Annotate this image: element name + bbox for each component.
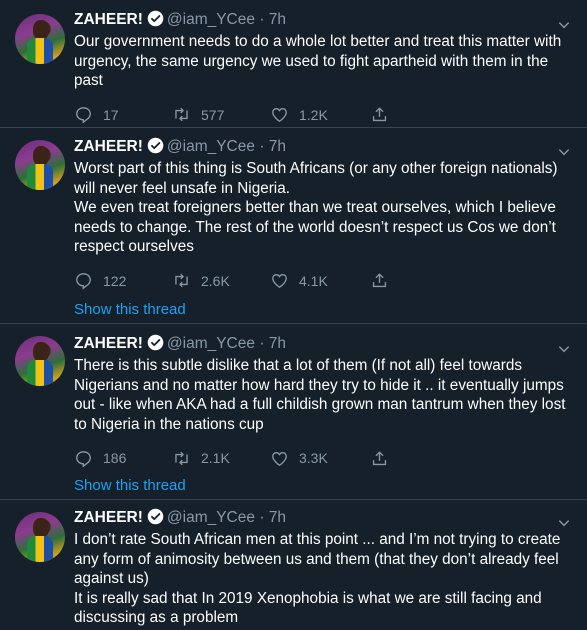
separator-dot: ·: [259, 335, 265, 352]
user-handle[interactable]: @iam_YCee: [167, 11, 255, 28]
reply-button[interactable]: 186: [74, 448, 126, 468]
share-icon: [372, 273, 387, 288]
retweet-count: 577: [201, 106, 225, 123]
reply-icon: [76, 450, 91, 468]
user-handle[interactable]: @iam_YCee: [167, 509, 255, 526]
heart-icon: [272, 274, 287, 289]
like-button[interactable]: 4.1K: [270, 271, 328, 291]
reply-count: 122: [103, 272, 127, 289]
separator-dot: ·: [259, 138, 265, 155]
verified-badge-icon: [147, 508, 164, 525]
reply-icon: [76, 273, 91, 290]
timestamp[interactable]: 7h: [269, 509, 286, 526]
like-count: 3.3K: [299, 450, 328, 466]
tweet-actions: 122 2.6K 4.1K: [74, 271, 573, 291]
retweet-icon: [175, 273, 188, 288]
timestamp[interactable]: 7h: [269, 335, 286, 352]
verified-badge-icon: [147, 334, 164, 351]
tweet-header: ZAHEER! @iam_YCee · 7h: [74, 10, 573, 30]
reply-button[interactable]: 17: [74, 105, 119, 125]
avatar[interactable]: [15, 512, 65, 562]
show-thread-link[interactable]: Show this thread: [74, 301, 186, 318]
display-name[interactable]: ZAHEER!: [74, 509, 143, 526]
separator-dot: ·: [259, 509, 265, 526]
avatar[interactable]: [15, 14, 65, 64]
like-count: 4.1K: [299, 272, 328, 289]
tweet[interactable]: ZAHEER! @iam_YCee · 7h There is this subt…: [0, 324, 587, 500]
chevron-down-icon[interactable]: [557, 516, 571, 530]
retweet-button[interactable]: 2.6K: [172, 271, 230, 291]
user-handle[interactable]: @iam_YCee: [167, 335, 255, 352]
reply-button[interactable]: 122: [74, 271, 126, 291]
like-button[interactable]: 1.2K: [270, 105, 328, 125]
tweet[interactable]: ZAHEER! @iam_YCee · 7h I don’t rate South…: [0, 500, 587, 630]
like-button[interactable]: 3.3K: [270, 448, 328, 468]
tweet-header: ZAHEER! @iam_YCee · 7h: [74, 334, 573, 354]
tweet-actions: 186 2.1K 3.3K: [74, 448, 573, 468]
share-button[interactable]: [370, 271, 399, 291]
display-name[interactable]: ZAHEER!: [74, 335, 143, 352]
retweet-icon: [175, 107, 188, 122]
tweet-text: I don’t rate South African men at this p…: [74, 531, 561, 626]
chevron-down-icon[interactable]: [557, 145, 571, 159]
reply-count: 17: [103, 106, 119, 123]
user-handle[interactable]: @iam_YCee: [167, 138, 255, 155]
avatar[interactable]: [15, 336, 65, 386]
tweet-text: Worst part of this thing is South Africa…: [74, 160, 558, 255]
share-button[interactable]: [370, 105, 399, 125]
chevron-down-icon[interactable]: [557, 342, 571, 356]
share-button[interactable]: [370, 448, 399, 468]
timestamp[interactable]: 7h: [269, 138, 286, 155]
display-name[interactable]: ZAHEER!: [74, 138, 143, 155]
tweet-actions: 17 577 1.2K: [74, 105, 573, 125]
retweet-button[interactable]: 2.1K: [172, 448, 230, 468]
tweet[interactable]: ZAHEER! @iam_YCee · 7h Worst part of this…: [0, 128, 587, 324]
tweet-text: Our government needs to do a whole lot b…: [74, 33, 562, 89]
retweet-count: 2.6K: [201, 272, 230, 289]
share-icon: [372, 450, 387, 465]
verified-badge-icon: [147, 10, 164, 27]
separator-dot: ·: [259, 11, 265, 28]
show-thread-link[interactable]: Show this thread: [74, 477, 186, 494]
display-name[interactable]: ZAHEER!: [74, 11, 143, 28]
heart-icon: [272, 108, 287, 123]
tweet-header: ZAHEER! @iam_YCee · 7h: [74, 137, 573, 157]
reply-count: 186: [103, 450, 127, 466]
retweet-icon: [175, 451, 188, 465]
share-icon: [372, 107, 387, 122]
retweet-button[interactable]: 577: [172, 105, 224, 125]
avatar[interactable]: [15, 140, 65, 190]
chevron-down-icon[interactable]: [557, 18, 571, 32]
reply-icon: [76, 107, 91, 124]
timestamp[interactable]: 7h: [269, 11, 286, 28]
retweet-count: 2.1K: [201, 450, 230, 466]
tweet-text: There is this subtle dislike that a lot …: [74, 357, 566, 433]
like-count: 1.2K: [299, 106, 328, 123]
verified-badge-icon: [147, 137, 164, 154]
tweet[interactable]: ZAHEER! @iam_YCee · 7h Our government nee…: [0, 0, 587, 128]
tweet-header: ZAHEER! @iam_YCee · 7h: [74, 508, 573, 528]
heart-icon: [272, 451, 287, 466]
